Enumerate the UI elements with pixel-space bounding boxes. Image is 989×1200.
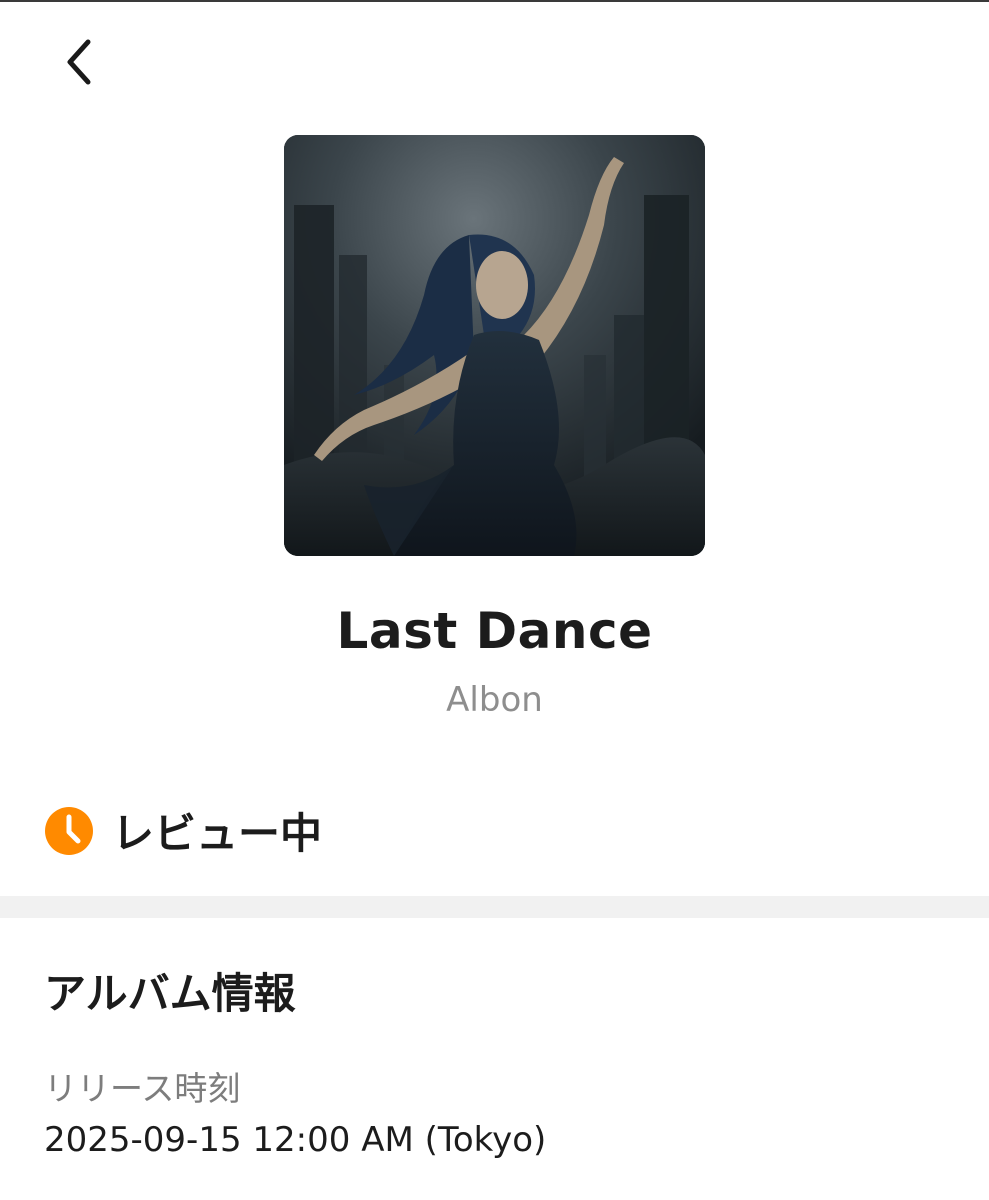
section-divider	[0, 896, 989, 918]
artist-name: Albon	[446, 680, 543, 720]
top-border	[0, 0, 989, 2]
album-detail-page: Last Dance Albon レビュー中 アルバム情報 リリース時刻 202…	[0, 0, 989, 1200]
album-artwork	[284, 135, 705, 556]
chevron-left-icon	[67, 39, 91, 85]
back-button[interactable]	[48, 30, 112, 94]
album-title: Last Dance	[336, 602, 653, 660]
review-status: レビュー中	[44, 800, 322, 861]
release-time-label: リリース時刻	[44, 1069, 241, 1108]
clock-icon	[45, 806, 93, 855]
release-time-value: 2025-09-15 12:00 AM (Tokyo)	[44, 1120, 547, 1160]
album-info-heading: アルバム情報	[44, 969, 296, 1018]
status-label: レビュー中	[112, 809, 323, 858]
